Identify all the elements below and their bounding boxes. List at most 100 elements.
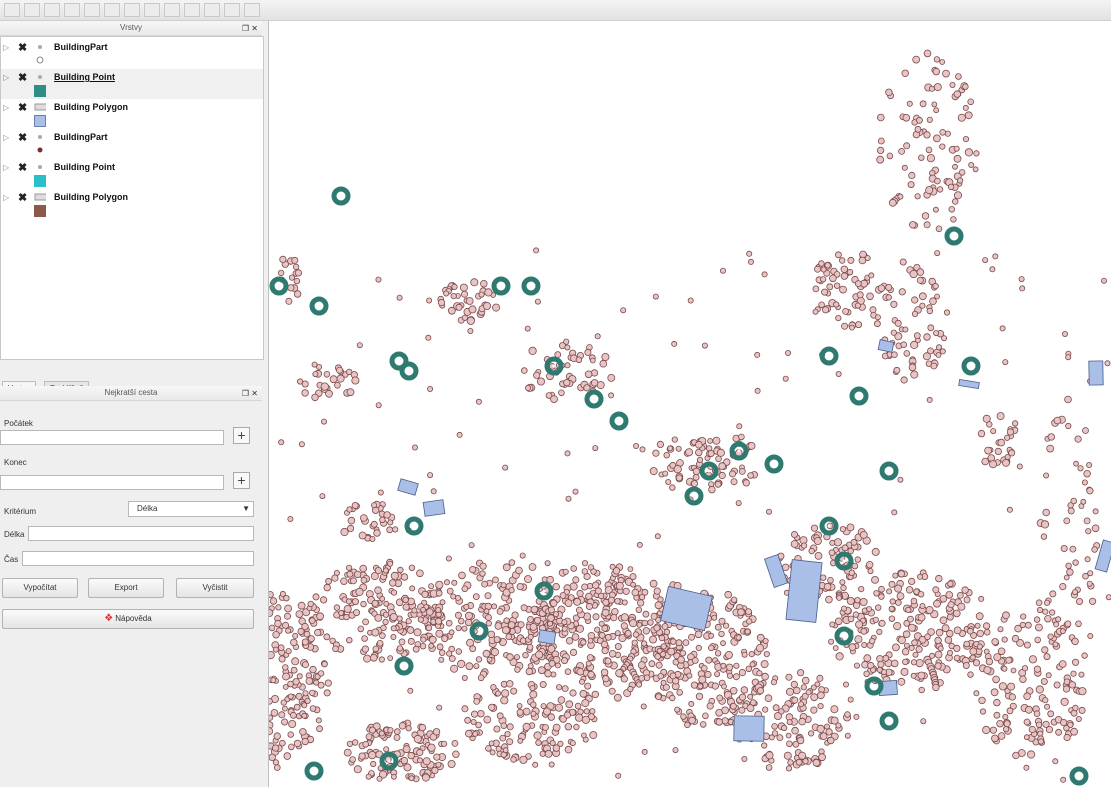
building-point-marker	[817, 702, 824, 710]
building-point-marker	[343, 613, 350, 621]
toolbar-icon[interactable]	[24, 3, 40, 17]
expand-icon[interactable]: ▷	[3, 103, 9, 112]
building-point-center	[277, 284, 281, 288]
building-point-marker	[643, 674, 651, 682]
calculate-button[interactable]: Vypočítat	[2, 578, 78, 598]
add-end-icon[interactable]: +	[233, 472, 250, 489]
building-point-marker	[323, 370, 331, 378]
toolbar-icon[interactable]	[144, 3, 160, 17]
building-point-marker	[872, 616, 879, 623]
building-point-marker	[833, 282, 841, 289]
start-input[interactable]	[0, 430, 224, 445]
building-point-marker	[926, 116, 933, 123]
building-point-marker	[615, 669, 624, 678]
building-point-marker	[389, 613, 398, 622]
building-point-marker	[508, 559, 516, 566]
building-point-marker	[878, 585, 885, 593]
building-point-marker	[900, 341, 907, 349]
building-point-marker	[1063, 733, 1071, 742]
map-canvas[interactable]	[269, 21, 1111, 787]
building-point-marker	[269, 651, 275, 660]
building-point-marker	[701, 342, 708, 349]
building-point-marker	[782, 375, 789, 382]
building-point-marker	[282, 664, 289, 671]
toolbar-icon[interactable]	[104, 3, 120, 17]
layer-item-building-polygon-2[interactable]: ▷ ✖ Building Polygon	[1, 189, 263, 219]
building-point-marker	[427, 385, 434, 392]
toolbar-icon[interactable]	[64, 3, 80, 17]
expand-icon[interactable]: ▷	[3, 43, 9, 52]
building-point-marker	[947, 580, 954, 587]
toolbar-icon[interactable]	[124, 3, 140, 17]
left-dock: Vrstvy ❐ ✕ ▷ ✖ BuildingPart ▷ ✖ Building…	[0, 21, 269, 787]
toolbar-icon[interactable]	[224, 3, 240, 17]
float-close-icon[interactable]: ❐ ✕	[242, 387, 258, 401]
building-point-marker	[1063, 574, 1070, 581]
building-point-marker	[591, 690, 599, 699]
building-point-marker	[948, 206, 956, 213]
building-point-marker	[925, 186, 934, 195]
toolbar-icon[interactable]	[204, 3, 220, 17]
building-point-marker	[833, 538, 843, 547]
building-point-marker	[765, 764, 773, 771]
visibility-checkbox[interactable]: ✖	[18, 191, 27, 204]
building-point-marker	[627, 685, 634, 693]
visibility-checkbox[interactable]: ✖	[18, 41, 27, 54]
visibility-checkbox[interactable]: ✖	[18, 101, 27, 114]
building-point-marker	[911, 639, 918, 646]
layer-item-buildingpart-2[interactable]: ▷ ✖ BuildingPart	[1, 129, 263, 159]
building-point-marker	[939, 59, 946, 65]
building-point-marker	[661, 623, 669, 630]
building-point-marker	[610, 613, 618, 622]
end-input[interactable]	[0, 475, 224, 490]
expand-icon[interactable]: ▷	[3, 163, 9, 172]
expand-icon[interactable]: ▷	[3, 73, 9, 82]
building-point-marker	[482, 649, 491, 658]
building-point-marker	[533, 616, 542, 624]
building-point-marker	[669, 484, 676, 491]
export-button[interactable]: Export	[88, 578, 164, 598]
layer-tree[interactable]: ▷ ✖ BuildingPart ▷ ✖ Building Point ▷ ✖ …	[0, 36, 264, 360]
layer-item-building-point[interactable]: ▷ ✖ Building Point	[1, 69, 263, 99]
help-button[interactable]: ❖ Nápověda	[2, 609, 254, 629]
float-close-icon[interactable]: ❐ ✕	[242, 22, 258, 36]
building-point-marker	[910, 370, 919, 379]
toolbar-icon[interactable]	[244, 3, 260, 17]
visibility-checkbox[interactable]: ✖	[18, 71, 27, 84]
time-field[interactable]	[22, 551, 254, 566]
building-point-marker	[508, 587, 515, 594]
toolbar-icon[interactable]	[4, 3, 20, 17]
layer-item-buildingpart[interactable]: ▷ ✖ BuildingPart	[1, 39, 263, 69]
add-start-icon[interactable]: +	[233, 427, 250, 444]
toolbar-icon[interactable]	[184, 3, 200, 17]
expand-icon[interactable]: ▷	[3, 133, 9, 142]
building-point-marker	[1023, 734, 1030, 741]
building-point-marker	[841, 544, 849, 552]
building-point-marker	[1053, 621, 1060, 628]
building-point-marker	[380, 624, 387, 632]
building-point-marker	[847, 615, 855, 623]
expand-icon[interactable]: ▷	[3, 193, 9, 202]
building-point-marker	[552, 723, 561, 732]
visibility-checkbox[interactable]: ✖	[18, 131, 27, 144]
building-point-marker	[640, 640, 648, 647]
clear-button[interactable]: Vyčistit	[176, 578, 254, 598]
building-point-marker	[402, 603, 410, 611]
criterion-select[interactable]: Délka ▼	[128, 501, 254, 517]
length-field[interactable]	[28, 526, 254, 541]
building-point-marker	[638, 593, 646, 601]
building-point-marker	[1019, 675, 1027, 683]
building-point-marker	[885, 88, 893, 96]
layer-item-building-point-2[interactable]: ▷ ✖ Building Point	[1, 159, 263, 189]
building-point-marker	[910, 659, 918, 666]
building-point-marker	[298, 441, 305, 448]
building-point-marker	[705, 656, 713, 664]
building-point-marker	[953, 644, 961, 653]
visibility-checkbox[interactable]: ✖	[18, 161, 27, 174]
layer-item-building-polygon[interactable]: ▷ ✖ Building Polygon	[1, 99, 263, 129]
building-point-marker	[343, 605, 352, 614]
building-point-marker	[832, 645, 839, 651]
toolbar-icon[interactable]	[84, 3, 100, 17]
toolbar-icon[interactable]	[164, 3, 180, 17]
toolbar-icon[interactable]	[44, 3, 60, 17]
